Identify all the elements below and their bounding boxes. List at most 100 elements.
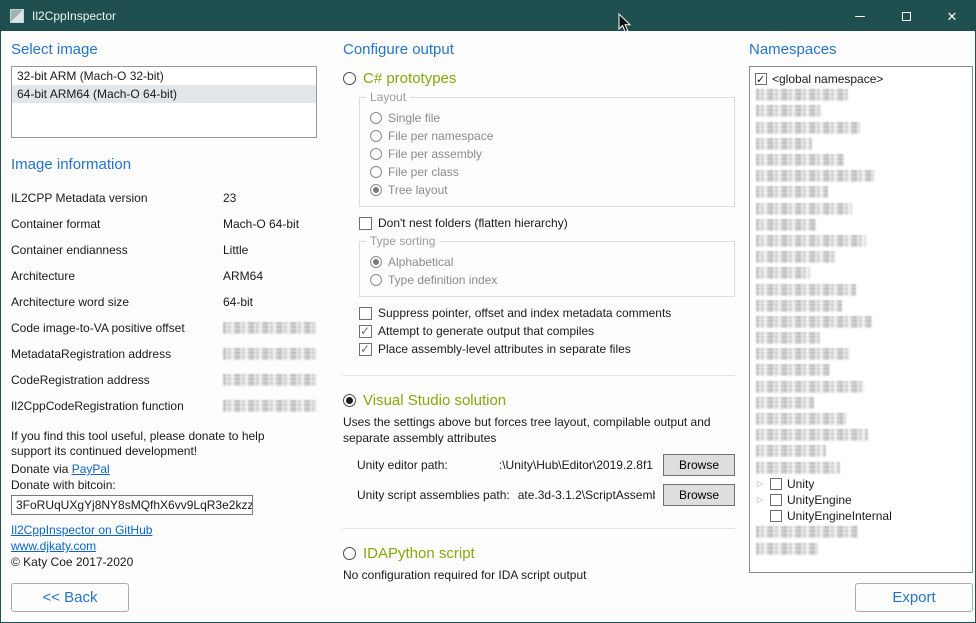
- namespace-item[interactable]: <global namespace>: [753, 71, 969, 87]
- radio-option[interactable]: Type definition index: [370, 272, 724, 288]
- unity-editor-path-input[interactable]: :\Unity\Hub\Editor\2019.2.8f1: [456, 458, 655, 472]
- namespace-item[interactable]: [753, 314, 969, 330]
- checkbox-option[interactable]: Suppress pointer, offset and index metad…: [359, 305, 735, 321]
- checkbox-label: Place assembly-level attributes in separ…: [378, 342, 631, 356]
- csharp-prototypes-section: C# prototypes Layout Single fileFile per…: [343, 66, 735, 361]
- namespace-checkbox[interactable]: [755, 73, 767, 85]
- info-value: ARM64: [223, 269, 317, 283]
- checkbox-label: Attempt to generate output that compiles: [378, 324, 594, 338]
- namespace-item[interactable]: [753, 201, 969, 217]
- back-button[interactable]: << Back: [11, 583, 129, 612]
- info-value: Little: [223, 243, 317, 257]
- maximize-button[interactable]: [883, 1, 929, 31]
- visual-studio-radio[interactable]: Visual Studio solution: [343, 392, 735, 409]
- redacted-value: [223, 374, 317, 386]
- namespace-item[interactable]: [753, 443, 969, 459]
- radio-option[interactable]: File per namespace: [370, 128, 724, 144]
- info-value: 23: [223, 191, 317, 205]
- expand-arrow-icon[interactable]: ▷: [755, 495, 765, 504]
- namespace-item[interactable]: [753, 168, 969, 184]
- info-label: CodeRegistration address: [11, 373, 223, 387]
- checkbox-option[interactable]: Attempt to generate output that compiles: [359, 323, 735, 339]
- namespace-item[interactable]: [753, 362, 969, 378]
- namespace-item[interactable]: [753, 460, 969, 476]
- radio-icon: [343, 72, 356, 85]
- type-sorting-options: Alphabetical Type definition index: [370, 254, 724, 288]
- namespace-item[interactable]: [753, 524, 969, 540]
- namespace-item[interactable]: [753, 330, 969, 346]
- namespace-list[interactable]: <global namespace> ▷Unity▷UnityEngineUnit…: [749, 66, 973, 573]
- unity-script-path-label: Unity script assemblies path:: [357, 488, 510, 502]
- namespace-item[interactable]: [753, 346, 969, 362]
- radio-option[interactable]: File per assembly: [370, 146, 724, 162]
- namespace-item[interactable]: [753, 298, 969, 314]
- namespace-item[interactable]: [753, 540, 969, 556]
- radio-label: File per namespace: [388, 129, 493, 143]
- info-label: Il2CppCodeRegistration function: [11, 399, 223, 413]
- visual-studio-section: Visual Studio solution Uses the settings…: [343, 375, 735, 514]
- radio-checked-icon: [343, 394, 356, 407]
- namespace-item[interactable]: [753, 103, 969, 119]
- expand-arrow-icon[interactable]: ▷: [755, 479, 765, 488]
- info-row: MetadataRegistration address: [11, 341, 317, 367]
- checkbox-icon: [359, 325, 372, 338]
- redacted-namespace: [756, 300, 842, 312]
- namespace-item[interactable]: [753, 184, 969, 200]
- radio-option[interactable]: Alphabetical: [370, 254, 724, 270]
- namespace-item[interactable]: ▷Unity: [753, 476, 969, 492]
- image-list-item[interactable]: 32-bit ARM (Mach-O 32-bit): [12, 67, 316, 85]
- info-label: Container endianness: [11, 243, 223, 257]
- paypal-link[interactable]: PayPal: [72, 462, 110, 476]
- browse-script-button[interactable]: Browse: [663, 484, 735, 506]
- image-listbox[interactable]: 32-bit ARM (Mach-O 32-bit)64-bit ARM64 (…: [11, 66, 317, 138]
- namespace-item[interactable]: [753, 395, 969, 411]
- namespace-item[interactable]: UnityEngineInternal: [753, 508, 969, 524]
- redacted-namespace: [756, 89, 848, 101]
- radio-icon: [370, 166, 382, 178]
- namespace-item[interactable]: [753, 379, 969, 395]
- namespace-item[interactable]: [753, 249, 969, 265]
- namespace-item[interactable]: [753, 136, 969, 152]
- namespace-item[interactable]: [753, 265, 969, 281]
- radio-option[interactable]: File per class: [370, 164, 724, 180]
- namespace-item[interactable]: [753, 233, 969, 249]
- browse-editor-button[interactable]: Browse: [663, 454, 735, 476]
- radio-option[interactable]: Tree layout: [370, 182, 724, 198]
- bitcoin-address-input[interactable]: 3FoRUqUXgYj8NY8sMQfhX6vv9LqR3e2kzz: [11, 495, 253, 515]
- export-button[interactable]: Export: [855, 583, 973, 612]
- namespace-label: <global namespace>: [772, 72, 883, 86]
- image-list-item[interactable]: 64-bit ARM64 (Mach-O 64-bit): [12, 85, 316, 103]
- close-button[interactable]: ✕: [929, 1, 975, 31]
- namespace-item[interactable]: [753, 120, 969, 136]
- checkbox-option[interactable]: Place assembly-level attributes in separ…: [359, 341, 735, 357]
- unity-script-path-row: Unity script assemblies path: ate.3d-3.1…: [357, 484, 735, 506]
- namespace-item[interactable]: [753, 281, 969, 297]
- info-row: Architecture word size64-bit: [11, 289, 317, 315]
- namespace-checkbox[interactable]: [770, 478, 782, 490]
- github-link[interactable]: Il2CppInspector on GitHub: [11, 523, 317, 537]
- namespace-item[interactable]: [753, 152, 969, 168]
- namespace-item[interactable]: [753, 87, 969, 103]
- namespace-item[interactable]: [753, 217, 969, 233]
- redacted-namespace: [756, 429, 868, 441]
- namespace-item[interactable]: [753, 427, 969, 443]
- titlebar[interactable]: Il2CppInspector ✕: [1, 1, 975, 31]
- csharp-prototypes-label: C# prototypes: [363, 70, 456, 87]
- minimize-button[interactable]: [837, 1, 883, 31]
- unity-script-path-input[interactable]: ate.3d-3.1.2\ScriptAssemblies: [518, 488, 655, 502]
- namespaces-heading: Namespaces: [749, 41, 973, 58]
- namespace-item[interactable]: [753, 411, 969, 427]
- namespace-item[interactable]: ▷UnityEngine: [753, 492, 969, 508]
- radio-option[interactable]: Single file: [370, 110, 724, 126]
- namespace-checkbox[interactable]: [770, 494, 782, 506]
- redacted-namespace: [756, 267, 810, 279]
- flatten-checkbox-row[interactable]: Don't nest folders (flatten hierarchy): [359, 215, 735, 231]
- info-value: 64-bit: [223, 295, 317, 309]
- redacted-value: [223, 348, 317, 360]
- info-label: Architecture: [11, 269, 223, 283]
- website-link[interactable]: www.djkaty.com: [11, 539, 317, 553]
- namespace-checkbox[interactable]: [770, 510, 782, 522]
- copyright-text: © Katy Coe 2017-2020: [11, 555, 317, 569]
- idapython-radio[interactable]: IDAPython script: [343, 545, 735, 562]
- csharp-prototypes-radio[interactable]: C# prototypes: [343, 70, 735, 87]
